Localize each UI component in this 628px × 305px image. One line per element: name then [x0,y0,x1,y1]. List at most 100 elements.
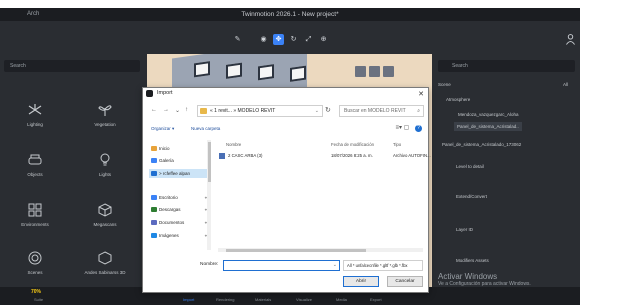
nav-scrollbar[interactable] [207,140,211,250]
library-item-objects[interactable]: Objects [0,152,70,177]
nav-item-label: > rcfeffee alpan [159,171,191,176]
nav-item-pictures[interactable]: Imágenes ⌖ [149,231,209,240]
file-list-header: Nombre Fecha de modificación Tipo [218,140,423,150]
folder-search-placeholder: Buscar en MODELO REVIT [344,108,406,114]
scene-row-atmosphere[interactable]: Atmosphere [446,97,470,102]
tab-rendering[interactable]: Rendering [216,297,234,302]
viewport-controls [355,66,397,79]
back-arrow-icon[interactable]: ← [151,107,157,113]
rvt-file-icon [219,153,225,159]
scene-row[interactable]: Level to detail [456,164,484,169]
chevron-down-icon[interactable]: ⌄ [315,106,319,116]
library-item-label: Megascans [93,222,117,227]
nav-item-documents[interactable]: Documentos ⌖ [149,218,209,227]
scene-row[interactable]: Extend/Convert [456,194,487,199]
scrollbar-thumb[interactable] [207,142,211,182]
scene-row[interactable]: Layer ID [456,227,473,232]
library-item-lights[interactable]: Lights [70,152,140,177]
open-button[interactable]: Abrir [343,276,379,287]
view-mode-icon[interactable]: ≡▾ [395,125,402,131]
grid-icon [28,203,42,217]
file-type: Archivo AUTOFIN... [393,153,431,158]
move-tool-icon[interactable]: ✥ [273,34,284,45]
filetype-select[interactable]: All * unfalcecnfile *.gltf *.glb *.fbx [343,260,423,271]
library-item-scenes[interactable]: Scenes [0,250,70,275]
library-item-sketchfab[interactable]: Andes Sabinarss 3D [70,250,140,275]
chevron-down-icon[interactable]: ⌄ [175,107,180,114]
download-icon [151,207,157,212]
scene-header[interactable]: Scene All [438,82,568,87]
user-icon[interactable] [566,34,575,45]
column-name[interactable]: Nombre [226,142,241,147]
scene-search-input[interactable]: Search [438,60,575,72]
scene-row[interactable]: Modifiers Assets [456,258,489,263]
library-search-input[interactable]: Search [4,60,140,72]
forward-arrow-icon[interactable]: → [163,107,169,113]
scrollbar-thumb[interactable] [226,248,366,252]
nav-item-home[interactable]: Inicio [149,144,209,153]
fullscreen-icon[interactable] [383,66,394,77]
scene-row[interactable]: Panel_de_sistema_Acristalado_173062 [442,142,521,147]
scene-panel: Search Scene All Atmosphere Mendoza_vazqu… [432,54,580,287]
library-item-environments[interactable]: Environments [0,202,70,227]
up-arrow-icon[interactable]: ↑ [185,107,188,113]
window-title: Twinmotion 2026.1 - New project* [241,11,339,18]
gallery-icon [151,158,157,163]
scene-row-selected[interactable]: Panel_de_sistema_Acristalad.. [454,122,522,131]
nav-item-label: Galería [159,158,174,163]
new-folder-button[interactable]: Nueva carpeta [191,126,220,131]
organize-button[interactable]: Organizar ▾ [151,126,174,132]
pictures-icon [151,233,157,238]
filename-input[interactable]: ⌄ [223,260,340,271]
nav-item-gallery[interactable]: Galería [149,156,209,165]
nav-item-desktop[interactable]: Escritorio ⌖ [149,193,209,202]
view-options: ≡▾ ▢ ? [395,124,422,132]
library-item-lighting[interactable]: Lighting [0,102,70,127]
tab-export[interactable]: Export [370,297,382,302]
tab-materials[interactable]: Materials [255,297,271,302]
library-item-label: Andes Sabinarss 3D [84,270,126,275]
tab-import[interactable]: Import [183,297,194,302]
select-tool-icon[interactable]: ◉ [258,34,269,45]
address-bar[interactable]: « 1 revit... » MODELO REVIT ⌄ [197,105,323,117]
column-date[interactable]: Fecha de modificación [331,142,374,147]
twinmotion-logo-icon [146,90,153,97]
library-item-label: Scenes [27,270,43,275]
file-row[interactable]: 2 CASC ARBA (3) 18/07/2026 8:25 a. m. Ar… [219,152,431,160]
address-path: « 1 revit... » MODELO REVIT [210,108,276,114]
navigation-pane: Inicio Galería > rcfeffee alpan Escritor… [149,140,209,250]
column-type[interactable]: Tipo [393,142,401,147]
dialog-title-bar: Import ✕ [143,88,428,99]
top-toolbar: ✎ ◉ ✥ ↻ ⤢ ⊕ [0,21,580,54]
preview-pane-icon[interactable]: ▢ [404,125,410,131]
tab-visualize[interactable]: Visualize [296,297,312,302]
cloud-icon [151,171,157,176]
search-icon: ⌕ [417,108,420,114]
close-icon[interactable]: ✕ [418,89,424,100]
library-item-vegetation[interactable]: Vegetation [70,102,140,127]
nav-item-label: Imágenes [159,233,179,238]
rotate-tool-icon[interactable]: ↻ [288,34,299,45]
help-icon[interactable]: ? [415,125,422,132]
camera-icon[interactable] [355,66,366,77]
tab-media[interactable]: Media [336,297,347,302]
sofa-icon [28,154,42,165]
scale-tool-icon[interactable]: ⤢ [303,34,314,45]
building-window [226,62,242,79]
file-list-scrollbar[interactable] [218,248,423,252]
library-item-megascans[interactable]: Megascans [70,202,140,227]
cube-icon [98,203,112,217]
refresh-icon[interactable]: ↻ [325,106,331,114]
command-bar: Organizar ▾ Nueva carpeta ≡▾ ▢ ? [143,124,428,136]
scene-row[interactable]: Mendoza_vazquezgarc_Aloha [458,112,519,117]
folder-search-input[interactable]: Buscar en MODELO REVIT ⌕ [339,105,424,117]
cancel-button[interactable]: Cancelar [387,276,423,287]
expand-icon[interactable] [369,66,380,77]
nav-item-downloads[interactable]: Descargas ⌖ [149,205,209,214]
chevron-down-icon[interactable]: ⌄ [333,262,337,268]
pen-tool-icon[interactable]: ✎ [232,34,243,45]
nav-item-onedrive[interactable]: > rcfeffee alpan [149,169,209,178]
file-name: 2 CASC ARBA (3) [228,153,263,158]
scene-filter[interactable]: All [563,82,568,87]
globe-tool-icon[interactable]: ⊕ [318,34,329,45]
